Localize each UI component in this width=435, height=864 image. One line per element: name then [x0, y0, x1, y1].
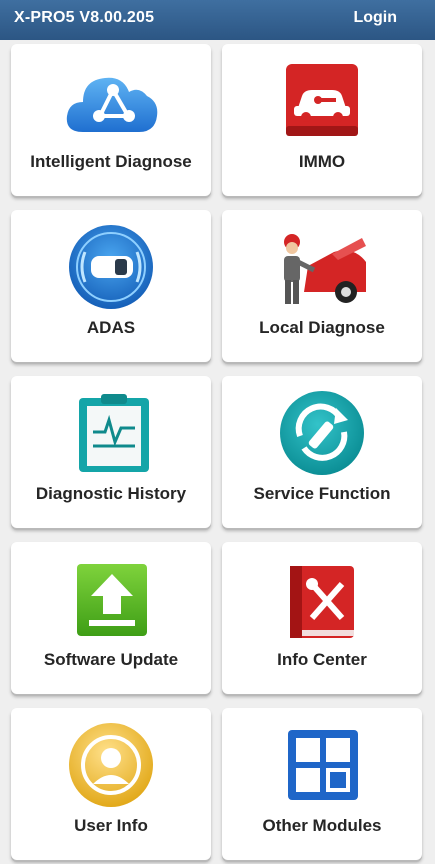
tile-service-function[interactable]: Service Function [222, 376, 422, 528]
tile-adas[interactable]: ADAS [11, 210, 211, 362]
tile-label: User Info [74, 816, 148, 835]
tile-label: Local Diagnose [259, 318, 385, 337]
tile-immo[interactable]: IMMO [222, 44, 422, 196]
clipboard-waveform-icon [63, 388, 159, 478]
tile-label: IMMO [298, 152, 346, 171]
car-radar-icon [63, 222, 159, 312]
tool-book-icon [274, 554, 370, 644]
tile-intelligent-diagnose[interactable]: Intelligent Diagnose [11, 44, 211, 196]
tile-label: Other Modules [262, 816, 382, 835]
login-button[interactable]: Login [353, 9, 397, 27]
tile-software-update[interactable]: Software Update [11, 542, 211, 694]
module-grid: Intelligent Diagnose IMMO ADAS Local Dia… [0, 40, 435, 864]
header-bar: X-PRO5 V8.00.205 Login [0, 0, 435, 40]
modules-grid-icon [274, 720, 370, 810]
tile-info-center[interactable]: Info Center [222, 542, 422, 694]
tile-label: Diagnostic History [35, 484, 187, 503]
app-title: X-PRO5 V8.00.205 [14, 9, 155, 26]
wrench-refresh-icon [274, 388, 370, 478]
tile-diagnostic-history[interactable]: Diagnostic History [11, 376, 211, 528]
tile-label: Intelligent Diagnose [30, 152, 192, 171]
tile-other-modules[interactable]: Other Modules [222, 708, 422, 860]
user-icon [63, 720, 159, 810]
tile-label: Service Function [253, 484, 391, 503]
mechanic-icon [274, 222, 370, 312]
tile-label: Software Update [43, 650, 179, 669]
car-key-icon [274, 56, 370, 146]
tile-user-info[interactable]: User Info [11, 708, 211, 860]
tile-label: ADAS [86, 318, 136, 337]
tile-label: Info Center [277, 650, 367, 669]
tile-local-diagnose[interactable]: Local Diagnose [222, 210, 422, 362]
upload-icon [63, 554, 159, 644]
cloud-network-icon [63, 56, 159, 146]
